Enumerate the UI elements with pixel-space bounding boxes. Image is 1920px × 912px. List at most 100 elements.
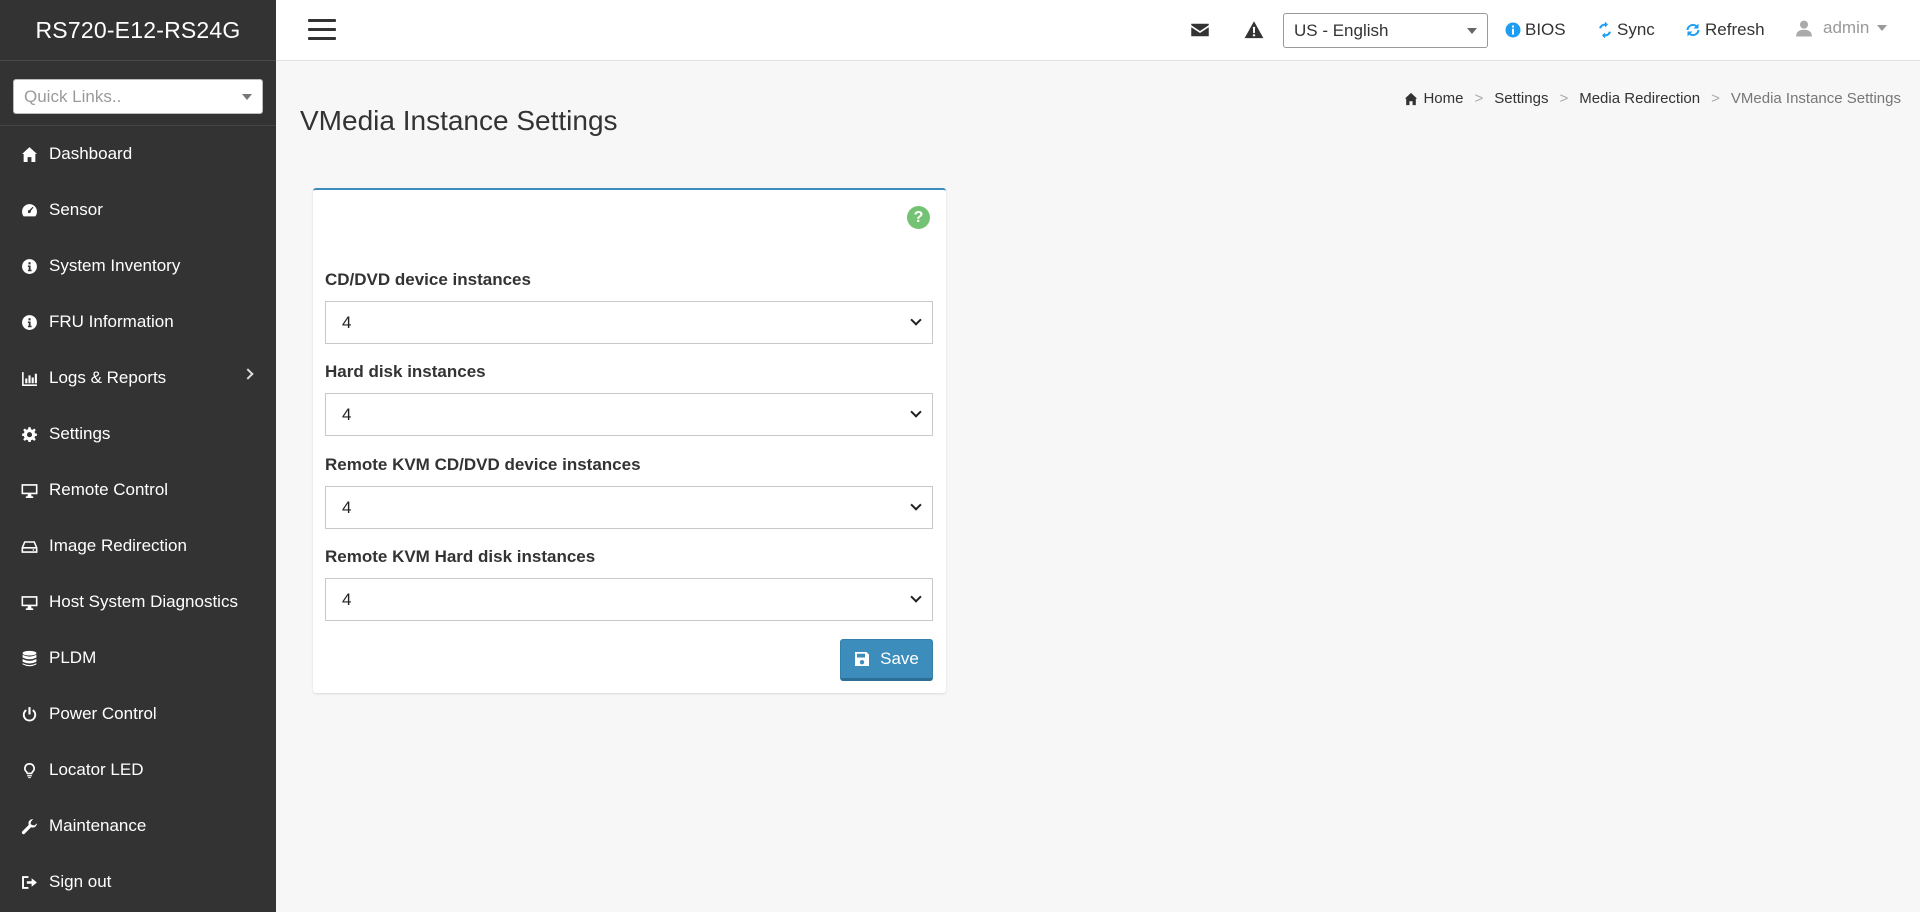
field-label: Remote KVM CD/DVD device instances xyxy=(325,455,641,474)
language-value: US - English xyxy=(1294,20,1389,40)
sidebar-nav: Dashboard Sensor System Inventory FRU In… xyxy=(0,126,276,910)
sync-label: Sync xyxy=(1617,20,1655,39)
hard-disk-instances-field: Hard disk instances 4 xyxy=(325,362,933,436)
sidebar-item-dashboard[interactable]: Dashboard xyxy=(0,126,276,182)
home-icon xyxy=(19,145,39,163)
field-label: CD/DVD device instances xyxy=(325,270,531,289)
chevron-down-icon xyxy=(910,314,922,326)
language-select[interactable]: US - English xyxy=(1283,13,1488,48)
sidebar-item-remote-control[interactable]: Remote Control xyxy=(0,462,276,518)
info-circle-icon xyxy=(19,257,39,275)
field-label: Hard disk instances xyxy=(325,362,486,381)
sidebar-item-power-control[interactable]: Power Control xyxy=(0,686,276,742)
bios-label: BIOS xyxy=(1525,20,1566,39)
cd-dvd-instances-field: CD/DVD device instances 4 xyxy=(325,270,933,344)
sidebar-item-maintenance[interactable]: Maintenance xyxy=(0,798,276,854)
sidebar-item-fru-information[interactable]: FRU Information xyxy=(0,294,276,350)
hard-disk-instances-select[interactable]: 4 xyxy=(325,393,933,436)
breadcrumb-settings[interactable]: Settings xyxy=(1494,90,1548,107)
sidebar-item-label: Remote Control xyxy=(49,480,169,499)
sidebar-item-locator-led[interactable]: Locator LED xyxy=(0,742,276,798)
refresh-icon xyxy=(1686,23,1700,37)
chevron-down-icon xyxy=(910,499,922,511)
breadcrumb-media-redirection[interactable]: Media Redirection xyxy=(1579,90,1700,107)
sign-out-icon xyxy=(19,873,39,891)
sidebar-item-system-inventory[interactable]: System Inventory xyxy=(0,238,276,294)
user-menu[interactable]: admin xyxy=(1795,18,1888,38)
chevron-down-icon xyxy=(910,591,922,603)
page-title: VMedia Instance Settings xyxy=(300,105,618,136)
power-icon xyxy=(19,705,39,723)
sidebar-item-label: Maintenance xyxy=(49,816,147,835)
hamburger-line xyxy=(308,28,336,31)
caret-down-icon xyxy=(1467,27,1477,34)
select-value: 4 xyxy=(342,312,352,332)
breadcrumb-separator: > xyxy=(1711,90,1720,107)
user-name: admin xyxy=(1823,18,1870,37)
sidebar-item-sign-out[interactable]: Sign out xyxy=(0,854,276,910)
sidebar-item-label: Sensor xyxy=(49,200,103,219)
sidebar-item-label: FRU Information xyxy=(49,312,174,331)
desktop-icon xyxy=(19,481,39,499)
menu-toggle-button[interactable] xyxy=(308,19,336,41)
remote-kvm-hard-disk-instances-field: Remote KVM Hard disk instances 4 xyxy=(325,547,933,621)
hamburger-line xyxy=(308,19,336,22)
info-circle-icon xyxy=(19,313,39,331)
breadcrumb-separator: > xyxy=(1559,90,1569,107)
sidebar-item-label: System Inventory xyxy=(49,256,181,275)
remote-kvm-hard-disk-instances-select[interactable]: 4 xyxy=(325,578,933,621)
select-value: 4 xyxy=(342,589,352,609)
hdd-icon xyxy=(19,537,39,555)
sidebar-item-label: Host System Diagnostics xyxy=(49,592,238,611)
quick-links-placeholder: Quick Links.. xyxy=(24,86,122,106)
envelope-icon[interactable] xyxy=(1190,20,1210,40)
sidebar-item-host-system-diagnostics[interactable]: Host System Diagnostics xyxy=(0,574,276,630)
quick-links-wrapper: Quick Links.. xyxy=(0,61,276,126)
chevron-down-icon xyxy=(910,406,922,418)
wrench-icon xyxy=(19,817,39,835)
field-label: Remote KVM Hard disk instances xyxy=(325,547,596,566)
sidebar-item-label: Dashboard xyxy=(49,144,133,163)
remote-kvm-cd-dvd-instances-field: Remote KVM CD/DVD device instances 4 xyxy=(325,455,933,529)
sidebar-item-label: Locator LED xyxy=(49,760,144,779)
warning-icon[interactable] xyxy=(1244,20,1264,40)
save-label: Save xyxy=(880,649,919,668)
caret-down-icon xyxy=(1877,25,1888,31)
bar-chart-icon xyxy=(19,369,39,387)
sync-link[interactable]: Sync xyxy=(1597,18,1655,42)
sidebar-item-settings[interactable]: Settings xyxy=(0,406,276,462)
remote-kvm-cd-dvd-instances-select[interactable]: 4 xyxy=(325,486,933,529)
breadcrumb-home[interactable]: Home xyxy=(1404,90,1463,107)
hamburger-line xyxy=(308,37,336,40)
breadcrumb-label: Home xyxy=(1423,90,1464,107)
lightbulb-icon xyxy=(19,761,39,779)
brand-title: RS720-E12-RS24G xyxy=(0,0,276,61)
sidebar-item-label: Sign out xyxy=(49,872,112,891)
desktop-icon xyxy=(19,593,39,611)
dashboard-gauge-icon xyxy=(19,201,39,219)
caret-down-icon xyxy=(242,93,252,100)
refresh-link[interactable]: Refresh xyxy=(1685,18,1765,42)
help-icon[interactable]: ? xyxy=(907,206,930,229)
cd-dvd-instances-select[interactable]: 4 xyxy=(325,301,933,344)
sidebar: RS720-E12-RS24G Quick Links.. Dashboard … xyxy=(0,0,276,912)
info-circle-icon xyxy=(1505,22,1521,38)
sidebar-item-sensor[interactable]: Sensor xyxy=(0,182,276,238)
database-icon xyxy=(19,649,39,667)
sidebar-item-image-redirection[interactable]: Image Redirection xyxy=(0,518,276,574)
sidebar-item-label: Settings xyxy=(49,424,111,443)
topbar: US - English BIOS Sync Refresh admin xyxy=(276,0,1920,61)
save-button[interactable]: Save xyxy=(840,639,933,681)
select-value: 4 xyxy=(342,404,352,424)
chevron-right-icon xyxy=(242,368,254,380)
bios-link[interactable]: BIOS xyxy=(1505,18,1566,42)
sync-icon xyxy=(1599,22,1611,38)
quick-links-select[interactable]: Quick Links.. xyxy=(13,79,263,114)
sidebar-item-label: Logs & Reports xyxy=(49,368,167,387)
breadcrumb-separator: > xyxy=(1474,90,1484,107)
sidebar-item-logs-reports[interactable]: Logs & Reports xyxy=(0,350,276,406)
sidebar-item-label: Power Control xyxy=(49,704,157,723)
breadcrumb-current: VMedia Instance Settings xyxy=(1730,90,1901,107)
sidebar-item-pldm[interactable]: PLDM xyxy=(0,630,276,686)
select-value: 4 xyxy=(342,497,352,517)
